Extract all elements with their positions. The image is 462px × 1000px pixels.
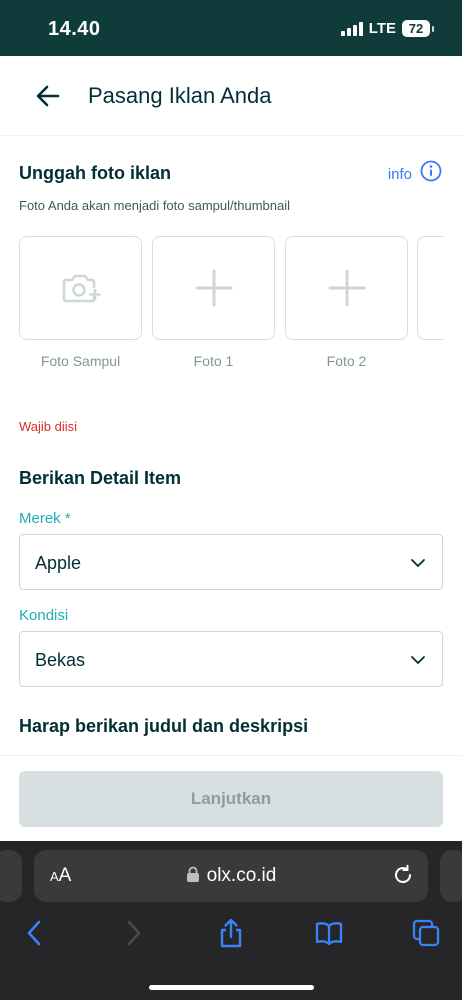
reload-icon[interactable] [392,864,414,886]
info-link[interactable]: info [387,160,442,183]
photo-slot-label: Foto Sampul [40,353,121,369]
condition-select-value: Bekas [35,650,86,670]
url-display: olx.co.id [34,865,428,887]
camera-add-icon [62,274,101,303]
app-header: Pasang Iklan Anda [0,56,462,136]
next-tab-preview[interactable] [440,850,462,902]
photo-slot-3-partial[interactable] [417,236,443,340]
share-icon[interactable] [216,918,246,948]
page-title: Pasang Iklan Anda [88,83,272,108]
brand-select-value: Apple [35,553,82,573]
photo-upload-strip[interactable]: Foto Sampul Foto 1 Foto 2 [19,236,443,372]
address-bar[interactable]: AA olx.co.id [34,850,428,902]
battery-icon: 72 [402,20,434,37]
chevron-down-icon [411,559,425,567]
browser-back-icon[interactable] [20,918,50,948]
brand-label: Merek * [19,510,71,527]
plus-icon [328,269,365,307]
url-text: olx.co.id [206,865,277,886]
chevron-down-icon [411,656,425,664]
photo-box[interactable] [285,236,408,340]
browser-forward-icon[interactable] [118,918,148,948]
description-section-title: Harap berikan judul dan deskripsi [19,716,309,736]
brand-select[interactable]: Apple [19,534,443,590]
bookmarks-icon[interactable] [314,918,344,948]
upload-error-message: Wajib diisi [19,419,78,434]
details-section-title: Berikan Detail Item [19,468,182,488]
upload-subtitle: Foto Anda akan menjadi foto sampul/thumb… [19,198,291,213]
network-type: LTE [368,20,396,37]
home-indicator[interactable] [149,985,314,990]
back-arrow-icon[interactable] [34,82,62,110]
info-icon [420,160,442,182]
previous-tab-preview[interactable] [0,850,22,902]
status-indicators: LTE 72 [340,20,434,37]
status-time: 14.40 [48,18,101,40]
continue-button[interactable]: Lanjutkan [19,771,443,827]
photo-box[interactable] [19,236,142,340]
condition-label: Kondisi [19,607,69,624]
upload-section-title: Unggah foto iklan [19,163,171,183]
plus-icon [195,269,232,307]
photo-slot-cover[interactable]: Foto Sampul [19,236,142,369]
photo-box[interactable] [152,236,275,340]
info-link-label: info [387,165,412,183]
photo-slot-1[interactable]: Foto 1 [152,236,275,369]
photo-box[interactable] [417,236,443,340]
status-bar: 14.40 LTE 72 [0,0,462,56]
bottom-action-panel: Lanjutkan [0,755,462,841]
lock-icon [186,866,199,882]
photo-slot-label: Foto 1 [193,353,234,369]
photo-slot-2[interactable]: Foto 2 [285,236,408,369]
tabs-icon[interactable] [411,918,441,948]
signal-icon [340,21,363,36]
browser-toolbar: AA olx.co.id [0,841,462,1000]
photo-slot-label: Foto 2 [326,353,367,369]
condition-select[interactable]: Bekas [19,631,443,687]
